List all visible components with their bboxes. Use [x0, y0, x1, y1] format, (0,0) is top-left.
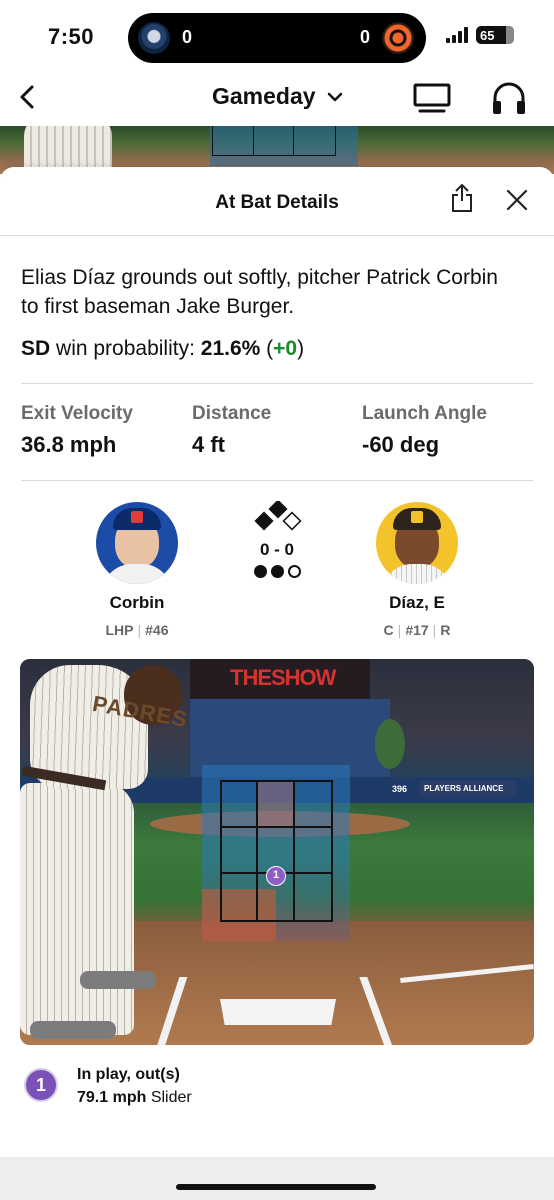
stat-exit-velocity: Exit Velocity 36.8 mph — [21, 403, 133, 458]
status-bar: 7:50 0 0 65 — [0, 0, 554, 72]
bottom-bar — [0, 1157, 554, 1200]
pitcher-avatar[interactable] — [96, 502, 178, 584]
win-prob-team: SD — [21, 337, 51, 360]
first-base-icon — [282, 511, 302, 531]
pitch-zone-view: THESHOW 396 PLAYERS ALLIANCE 1 PADRES — [20, 659, 534, 1045]
page-title: Gameday — [212, 83, 316, 109]
stadium-sign: THESHOW — [230, 665, 336, 690]
third-base-icon — [254, 511, 274, 531]
batter-avatar[interactable] — [376, 502, 458, 584]
home-indicator[interactable] — [176, 1184, 376, 1190]
win-prob-delta: +0 — [273, 337, 298, 360]
stat-value: 36.8 mph — [21, 432, 117, 457]
pitch-marker[interactable]: 1 — [266, 866, 286, 886]
gameday-dropdown[interactable]: Gameday — [212, 83, 344, 110]
out-dot — [254, 565, 267, 578]
battery-level: 65 — [480, 27, 495, 43]
close-icon[interactable] — [506, 189, 528, 211]
pitch-result: In play, out(s) — [77, 1066, 180, 1083]
win-prob-label: win probability: — [56, 337, 195, 360]
strike-zone — [220, 780, 333, 922]
ad-board: PLAYERS ALLIANCE — [420, 781, 516, 797]
stat-launch-angle: Launch Angle -60 deg — [362, 403, 487, 458]
divider — [21, 383, 533, 384]
headphones-icon[interactable] — [490, 80, 528, 116]
win-probability: SD win probability: 21.6% (+0) — [21, 337, 304, 361]
win-prob-value: 21.6% — [200, 337, 261, 360]
background-strike-zone — [212, 126, 336, 156]
pitch-detail: 79.1 mph Slider — [77, 1089, 192, 1107]
away-score: 0 — [182, 27, 193, 47]
rangers-logo-icon — [131, 511, 143, 523]
base-runners-diamond — [254, 501, 302, 531]
pitcher-meta: LHP | #46 — [105, 622, 169, 638]
pitch-number-badge[interactable]: 1 — [24, 1068, 58, 1102]
sheet-header: At Bat Details — [0, 167, 554, 236]
share-icon[interactable] — [450, 183, 474, 213]
second-base-icon — [268, 501, 288, 519]
stat-distance: Distance 4 ft — [192, 403, 271, 458]
pitcher-hand: LHP — [105, 622, 134, 638]
padres-cap-logo-icon — [411, 511, 423, 523]
palm-tree — [375, 719, 405, 769]
batter-bats: R — [440, 622, 451, 638]
outs-indicator — [254, 565, 301, 578]
out-dot — [288, 565, 301, 578]
status-time: 7:50 — [48, 24, 95, 49]
pitch-speed: 79.1 mph — [77, 1089, 147, 1106]
pitcher-name: Corbin — [109, 593, 165, 612]
pitch-type: Slider — [150, 1089, 192, 1106]
stat-label: Distance — [192, 403, 272, 424]
play-description: Elias Díaz grounds out softly, pitcher P… — [21, 266, 498, 318]
out-dot — [271, 565, 284, 578]
home-score: 0 — [359, 27, 370, 47]
home-plate — [220, 999, 336, 1025]
divider — [21, 480, 533, 481]
wall-distance: 396 — [392, 784, 408, 794]
houston-logo-icon — [382, 22, 414, 54]
at-bat-details-sheet: At Bat Details Elias Díaz grounds out so… — [0, 167, 554, 1200]
ball-strike-count: 0 - 0 — [259, 540, 295, 559]
batter-meta: C | #17 | R — [383, 622, 451, 638]
live-activity-island[interactable]: 0 0 — [128, 13, 426, 63]
stat-value: 4 ft — [192, 432, 225, 457]
stat-value: -60 deg — [362, 432, 440, 457]
win-prob-paren-close: ) — [297, 337, 305, 360]
battery-icon: 65 — [476, 26, 514, 44]
batter-position: C — [383, 622, 394, 638]
tv-icon[interactable] — [412, 82, 452, 114]
status-icons: 65 — [446, 26, 514, 44]
batter-name: Díaz, E — [389, 593, 445, 612]
batter-figure: PADRES — [20, 659, 190, 1045]
batter-number: #17 — [405, 622, 429, 638]
pitcher-number: #46 — [145, 622, 169, 638]
back-icon[interactable] — [14, 82, 44, 112]
app-header: Gameday — [0, 72, 554, 126]
padres-logo-icon — [138, 22, 170, 54]
chevron-down-icon — [327, 92, 342, 101]
stat-label: Exit Velocity — [21, 403, 133, 424]
stat-label: Launch Angle — [362, 403, 487, 424]
signal-icon — [446, 27, 468, 43]
